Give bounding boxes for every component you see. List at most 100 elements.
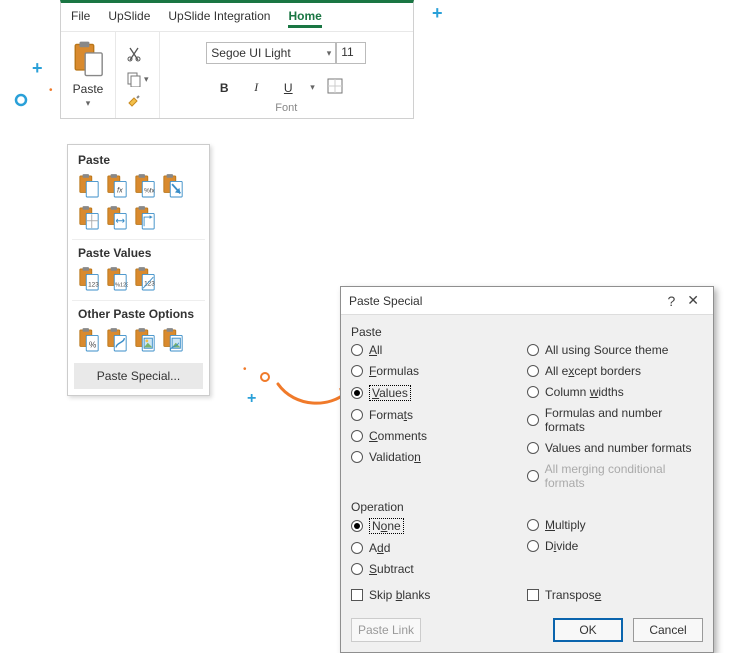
font-name-select[interactable]: Segoe UI Light ▾ [206, 42, 336, 64]
radio-paste-formulas[interactable]: Formulas [351, 364, 527, 378]
values-icon[interactable]: 123 [78, 266, 100, 292]
italic-button[interactable]: I [246, 80, 266, 95]
skip-blanks-label: Skip blanks [369, 588, 430, 602]
svg-text:%123: %123 [115, 282, 128, 288]
cut-icon[interactable] [126, 46, 149, 65]
paste-split-button[interactable]: Paste ▾ [67, 38, 109, 111]
radio-label: Add [369, 541, 390, 555]
radio-icon [351, 542, 363, 554]
radio-icon [351, 563, 363, 575]
paste-formulas-fmt-icon[interactable]: %fx [134, 173, 156, 199]
svg-text:%: % [89, 340, 97, 349]
skip-blanks-checkbox[interactable]: Skip blanks [351, 588, 527, 602]
radio-icon [351, 387, 363, 399]
copy-icon[interactable]: ▾ [126, 71, 149, 87]
paste-col-widths-icon[interactable] [106, 205, 128, 231]
radio-paste-values[interactable]: Values [351, 385, 527, 401]
ok-button[interactable]: OK [553, 618, 623, 642]
radio-paste-comments[interactable]: Comments [351, 429, 527, 443]
radio-icon [351, 520, 363, 532]
decoration-ring [258, 370, 272, 384]
group-clipboard-mini: ▾ [116, 32, 160, 118]
radio-label: All using Source theme [545, 343, 668, 357]
radio-label: All merging conditional formats [545, 462, 703, 490]
radio-label: Formulas and number formats [545, 406, 703, 434]
group-clipboard: Paste ▾ [61, 32, 116, 118]
values-source-fmt-icon[interactable]: 123 [134, 266, 156, 292]
radio-paste-formulas-and-number-formats[interactable]: Formulas and number formats [527, 406, 703, 434]
formatting-icon[interactable]: % [78, 327, 100, 353]
decoration-dot: • [243, 364, 247, 375]
format-painter-icon[interactable] [126, 93, 149, 112]
tab-upslide[interactable]: UpSlide [108, 7, 150, 25]
transpose-checkbox[interactable]: Transpose [527, 588, 703, 602]
operation-group-label: Operation [351, 500, 703, 514]
radio-op-divide[interactable]: Divide [527, 539, 703, 553]
paste-values-section-header: Paste Values [72, 242, 205, 264]
radio-paste-values-and-number-formats[interactable]: Values and number formats [527, 441, 703, 455]
close-button[interactable]: ✕ [681, 292, 705, 309]
paste-link-button[interactable]: Paste Link [351, 618, 421, 642]
ribbon-tabs: File UpSlide UpSlide Integration Home [61, 3, 413, 31]
radio-paste-all[interactable]: All [351, 343, 527, 357]
paste-keep-source-icon[interactable] [162, 173, 184, 199]
tab-home[interactable]: Home [288, 7, 321, 28]
cancel-button[interactable]: Cancel [633, 618, 703, 642]
group-label-font: Font [275, 100, 297, 116]
linked-picture-icon[interactable] [162, 327, 184, 353]
tab-upslide-integration[interactable]: UpSlide Integration [168, 7, 270, 25]
paste-special-menuitem[interactable]: Paste Special... [74, 363, 203, 389]
svg-text:123: 123 [88, 281, 99, 288]
dialog-buttons: Paste Link OK Cancel [341, 612, 713, 652]
tab-file[interactable]: File [71, 7, 90, 25]
paste-group-label: Paste [351, 325, 703, 339]
paste-no-borders-icon[interactable] [78, 205, 100, 231]
radio-label: Formats [369, 408, 413, 422]
radio-label: Validation [369, 450, 421, 464]
decoration-plus: + [32, 58, 43, 79]
radio-op-multiply[interactable]: Multiply [527, 518, 703, 532]
transpose-label: Transpose [545, 588, 601, 602]
paste-icon[interactable] [78, 173, 100, 199]
radio-paste-all-except-borders[interactable]: All except borders [527, 364, 703, 378]
radio-icon [351, 365, 363, 377]
bold-button[interactable]: B [214, 81, 234, 95]
radio-paste-validation[interactable]: Validation [351, 450, 527, 464]
checkbox-icon [351, 589, 363, 601]
ribbon: File UpSlide UpSlide Integration Home Pa… [60, 0, 414, 119]
radio-paste-formats[interactable]: Formats [351, 408, 527, 422]
radio-label: Values and number formats [545, 441, 692, 455]
radio-icon [351, 409, 363, 421]
radio-op-subtract[interactable]: Subtract [351, 562, 527, 576]
radio-icon [527, 442, 539, 454]
font-size-select[interactable]: 11 [336, 42, 366, 64]
picture-icon[interactable] [134, 327, 156, 353]
other-paste-icon-row: % [72, 325, 205, 359]
dialog-extras: Skip blanks Transpose [351, 588, 703, 602]
chevron-down-icon[interactable]: ▾ [310, 82, 315, 93]
radio-op-none[interactable]: None [351, 518, 527, 534]
radio-icon [527, 344, 539, 356]
paste-radio-group: All Formulas Values Formats Comments Validati… [351, 343, 703, 490]
svg-text:%fx: %fx [144, 187, 155, 194]
paste-section-header: Paste [72, 149, 205, 171]
paste-formulas-icon[interactable]: fx [106, 173, 128, 199]
radio-paste-all-using-source-theme[interactable]: All using Source theme [527, 343, 703, 357]
paste-icon-row: fx %fx [72, 171, 205, 237]
borders-button[interactable] [327, 78, 343, 97]
paste-link-icon[interactable] [106, 327, 128, 353]
values-number-fmt-icon[interactable]: %123 [106, 266, 128, 292]
radio-label: All [369, 343, 382, 357]
decoration-dot: • [49, 85, 53, 96]
paste-transpose-icon[interactable] [134, 205, 156, 231]
radio-icon [527, 519, 539, 531]
svg-text:fx: fx [117, 185, 123, 194]
underline-button[interactable]: U [278, 81, 298, 95]
radio-paste-column-widths[interactable]: Column widths [527, 385, 703, 399]
ribbon-body: Paste ▾ ▾ Segoe [61, 31, 413, 118]
radio-label: Values [369, 385, 411, 401]
radio-op-add[interactable]: Add [351, 541, 527, 555]
chevron-down-icon: ▾ [144, 74, 149, 85]
radio-label: Formulas [369, 364, 419, 378]
help-button[interactable]: ? [661, 293, 681, 309]
